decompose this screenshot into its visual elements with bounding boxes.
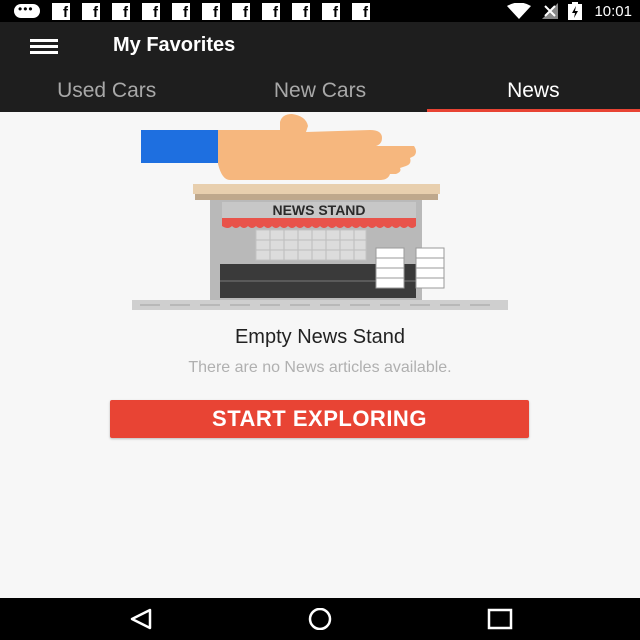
- wifi-icon: [507, 3, 532, 19]
- app-toolbar: My Favorites: [0, 22, 640, 72]
- facebook-icon: f: [202, 2, 220, 20]
- facebook-icon: f: [142, 2, 160, 20]
- signal-icon: [542, 3, 559, 19]
- page-title: My Favorites: [113, 34, 236, 56]
- facebook-icon: f: [172, 2, 190, 20]
- empty-state-subtitle: There are no News articles available.: [188, 359, 452, 376]
- back-icon[interactable]: [128, 608, 154, 630]
- battery-charging-icon: [568, 2, 583, 20]
- tab-new-cars[interactable]: New Cars: [213, 72, 426, 112]
- start-exploring-button[interactable]: START EXPLORING: [110, 400, 529, 438]
- notification-icons: f f f f f f f f f f f: [14, 2, 370, 20]
- navigation-bar: [0, 598, 640, 640]
- message-icon: [14, 2, 40, 18]
- facebook-icon: f: [52, 2, 70, 20]
- facebook-icon: f: [82, 2, 100, 20]
- clock: 10:01: [594, 2, 632, 20]
- news-stand-illustration: NEWS STAND: [132, 114, 508, 310]
- hamburger-menu-icon[interactable]: [28, 37, 60, 57]
- tab-used-cars[interactable]: Used Cars: [0, 72, 213, 112]
- facebook-icon: f: [352, 2, 370, 20]
- facebook-icon: f: [292, 2, 310, 20]
- tab-bar: Used Cars New Cars News: [0, 72, 640, 112]
- news-stand-sign: NEWS STAND: [272, 202, 365, 218]
- recents-icon[interactable]: [486, 608, 514, 630]
- facebook-icon: f: [232, 2, 250, 20]
- empty-state-title: Empty News Stand: [234, 326, 406, 348]
- facebook-icon: f: [112, 2, 130, 20]
- home-icon[interactable]: [306, 608, 334, 630]
- tab-news[interactable]: News: [426, 72, 640, 112]
- system-status: 10:01: [506, 2, 632, 20]
- facebook-icon: f: [322, 2, 340, 20]
- facebook-icon: f: [262, 2, 280, 20]
- status-bar: f f f f f f f f f f f 10:01: [0, 0, 640, 22]
- main-content: NEWS STAND Empty News Stand There are no…: [0, 112, 640, 598]
